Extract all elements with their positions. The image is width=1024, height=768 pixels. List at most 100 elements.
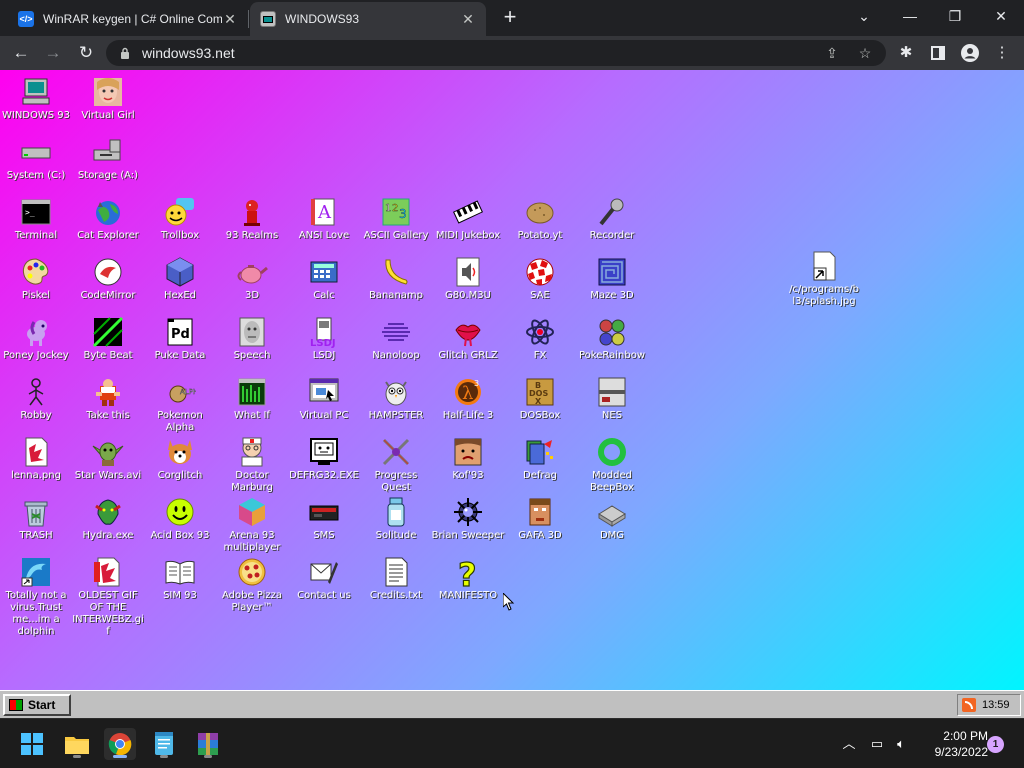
desktop-icon[interactable]: Kof'93 — [432, 436, 504, 482]
tab-winrar-keygen[interactable]: </> WinRAR keygen | C# Online Com ✕ — [8, 2, 248, 36]
desktop-icon[interactable]: 93 Realms — [216, 196, 288, 242]
desktop-icon[interactable]: HAMPSTER — [360, 376, 432, 422]
desktop-icon[interactable]: FX — [504, 316, 576, 362]
windows-start-icon[interactable] — [16, 728, 48, 760]
desktop-icon[interactable]: Piskel — [0, 256, 72, 302]
desktop-icon[interactable]: System (C:) — [0, 136, 72, 182]
desktop-icon[interactable]: Speech — [216, 316, 288, 362]
desktop-icon[interactable]: Progress Quest — [360, 436, 432, 494]
desktop-icon[interactable]: DEFRG32.EXE — [288, 436, 360, 482]
forward-button[interactable]: → — [41, 41, 65, 65]
menu-icon[interactable]: ⋮ — [990, 41, 1014, 65]
defrag-icon — [524, 436, 556, 468]
desktop-icon[interactable]: SMS — [288, 496, 360, 542]
desktop-icon-label: 3D — [244, 290, 260, 301]
desktop-icon[interactable]: Totally not a virus.Trust me...im a dolp… — [0, 556, 72, 638]
desktop-icon[interactable]: G80.M3U — [432, 256, 504, 302]
share-icon[interactable]: ⇪ — [822, 43, 842, 63]
tab-windows93[interactable]: WINDOWS93 ✕ — [250, 2, 486, 36]
desktop-icon[interactable]: Corglitch — [144, 436, 216, 482]
desktop-icon[interactable]: Virtual Girl — [72, 76, 144, 122]
desktop-icon[interactable]: Contact us — [288, 556, 360, 602]
desktop-icon[interactable]: Storage (A:) — [72, 136, 144, 182]
desktop-icon[interactable]: Acid Box 93 — [144, 496, 216, 542]
desktop-icon[interactable]: TRASH — [0, 496, 72, 542]
desktop-icon[interactable]: Take this — [72, 376, 144, 422]
desktop-icon[interactable]: LSDJ LSDJ — [288, 316, 360, 362]
file-explorer-icon[interactable] — [61, 728, 93, 760]
rss-icon[interactable] — [962, 698, 976, 712]
desktop-icon[interactable]: ? MANIFESTO — [432, 555, 504, 602]
notepad-icon[interactable] — [148, 728, 180, 760]
desktop-icon[interactable]: SIM 93 — [144, 556, 216, 602]
desktop-icon[interactable]: B DOS X DOSBox — [504, 376, 576, 422]
network-icon[interactable]: ▭ — [868, 735, 886, 753]
desktop-icon[interactable]: A ANSI Love — [288, 196, 360, 242]
desktop-icon[interactable]: Credits.txt — [360, 556, 432, 602]
desktop-icon[interactable]: OLDEST GIF OF THE INTERWEBZ.gif — [72, 556, 144, 638]
desktop-icon[interactable]: λ 3 Half-Life 3 — [432, 376, 504, 422]
desktop-icon[interactable]: Calc — [288, 256, 360, 302]
desktop-icon[interactable]: Bananamp — [360, 256, 432, 302]
desktop-icon[interactable]: Trollbox — [144, 196, 216, 242]
desktop-icon[interactable]: Potato.yt — [504, 196, 576, 242]
desktop-icon[interactable]: Byte Beat — [72, 316, 144, 362]
desktop-icon[interactable]: Glitch GRLZ — [432, 316, 504, 362]
desktop-icon[interactable]: ALPHA Pokemon Alpha — [144, 376, 216, 434]
desktop-icon[interactable]: Cat Explorer — [72, 196, 144, 242]
desktop-icon[interactable]: 1 2 3 ASCII Gallery — [360, 196, 432, 242]
desktop-icon[interactable]: DMG — [576, 496, 648, 542]
volume-icon[interactable]: 🔈︎ — [892, 735, 910, 753]
desktop-icon[interactable]: PokeRainbow — [576, 316, 648, 362]
minimize-button[interactable]: — — [896, 4, 924, 28]
desktop-icon[interactable]: Pd Puke Data — [144, 316, 216, 362]
desktop-icon[interactable]: Brian Sweeper — [432, 496, 504, 542]
desktop-icon[interactable]: >_ Terminal — [0, 196, 72, 242]
virtual-girl-icon — [92, 76, 124, 108]
desktop-icon[interactable]: Robby — [0, 376, 72, 422]
desktop-icon[interactable]: Virtual PC — [288, 376, 360, 422]
desktop-icon[interactable]: Modded BeepBox — [576, 436, 648, 494]
desktop-icon[interactable]: Hydra.exe — [72, 496, 144, 542]
tab-close-icon[interactable]: ✕ — [222, 11, 238, 28]
reload-button[interactable]: ↻ — [74, 41, 98, 65]
desktop-icon[interactable]: Adobe Pizza Player™ — [216, 556, 288, 614]
desktop-icon[interactable]: Poney Jockey — [0, 316, 72, 362]
desktop-icon[interactable]: NES — [576, 376, 648, 422]
desktop-icon[interactable]: CodeMirror — [72, 256, 144, 302]
desktop-icon[interactable]: lenna.png — [0, 436, 72, 482]
desktop-icon[interactable]: GAFA 3D — [504, 496, 576, 542]
show-hidden-icons[interactable]: ︿ — [840, 735, 858, 753]
side-panel-icon[interactable] — [926, 41, 950, 65]
desktop-icon[interactable]: 3D — [216, 256, 288, 302]
desktop-icon[interactable]: Maze 3D — [576, 256, 648, 302]
chrome-icon[interactable] — [104, 728, 136, 760]
desktop-icon[interactable]: MIDI Jukebox — [432, 196, 504, 242]
winrar-icon[interactable] — [192, 728, 224, 760]
notification-badge[interactable]: 1 — [987, 736, 1004, 753]
extensions-icon[interactable]: ✱ — [894, 41, 918, 65]
desktop-icon[interactable]: Nanoloop — [360, 316, 432, 362]
desktop-icon[interactable]: WINDOWS 93 — [0, 76, 72, 122]
tab-search-icon[interactable]: ⌄ — [850, 4, 878, 28]
desktop-icon[interactable]: SAE — [504, 256, 576, 302]
desktop-icon[interactable]: Recorder — [576, 196, 648, 242]
address-bar[interactable]: windows93.net ⇪ ☆ — [106, 40, 886, 66]
desktop-icon[interactable]: Doctor Marburg — [216, 436, 288, 494]
bookmark-star-icon[interactable]: ☆ — [855, 43, 875, 63]
desktop-icon[interactable]: /c/programs/bl3/splash.jpg — [788, 250, 860, 308]
desktop-icon[interactable]: Star Wars.avi — [72, 436, 144, 482]
desktop-icon[interactable]: Solitude — [360, 496, 432, 542]
back-button[interactable]: ← — [9, 41, 33, 65]
desktop-icon[interactable]: Defrag — [504, 436, 576, 482]
system-clock[interactable]: 2:00 PM 9/23/2022 — [918, 728, 988, 760]
desktop-icon[interactable]: What If — [216, 376, 288, 422]
profile-icon[interactable] — [958, 41, 982, 65]
tab-close-icon[interactable]: ✕ — [460, 11, 476, 28]
desktop-icon[interactable]: Arena 93 multiplayer — [216, 496, 288, 554]
desktop-icon[interactable]: HexEd — [144, 256, 216, 302]
restore-button[interactable]: ❐ — [941, 4, 969, 28]
new-tab-button[interactable]: + — [498, 6, 522, 30]
close-window-button[interactable]: ✕ — [987, 4, 1015, 28]
start-button[interactable]: Start — [3, 694, 71, 716]
